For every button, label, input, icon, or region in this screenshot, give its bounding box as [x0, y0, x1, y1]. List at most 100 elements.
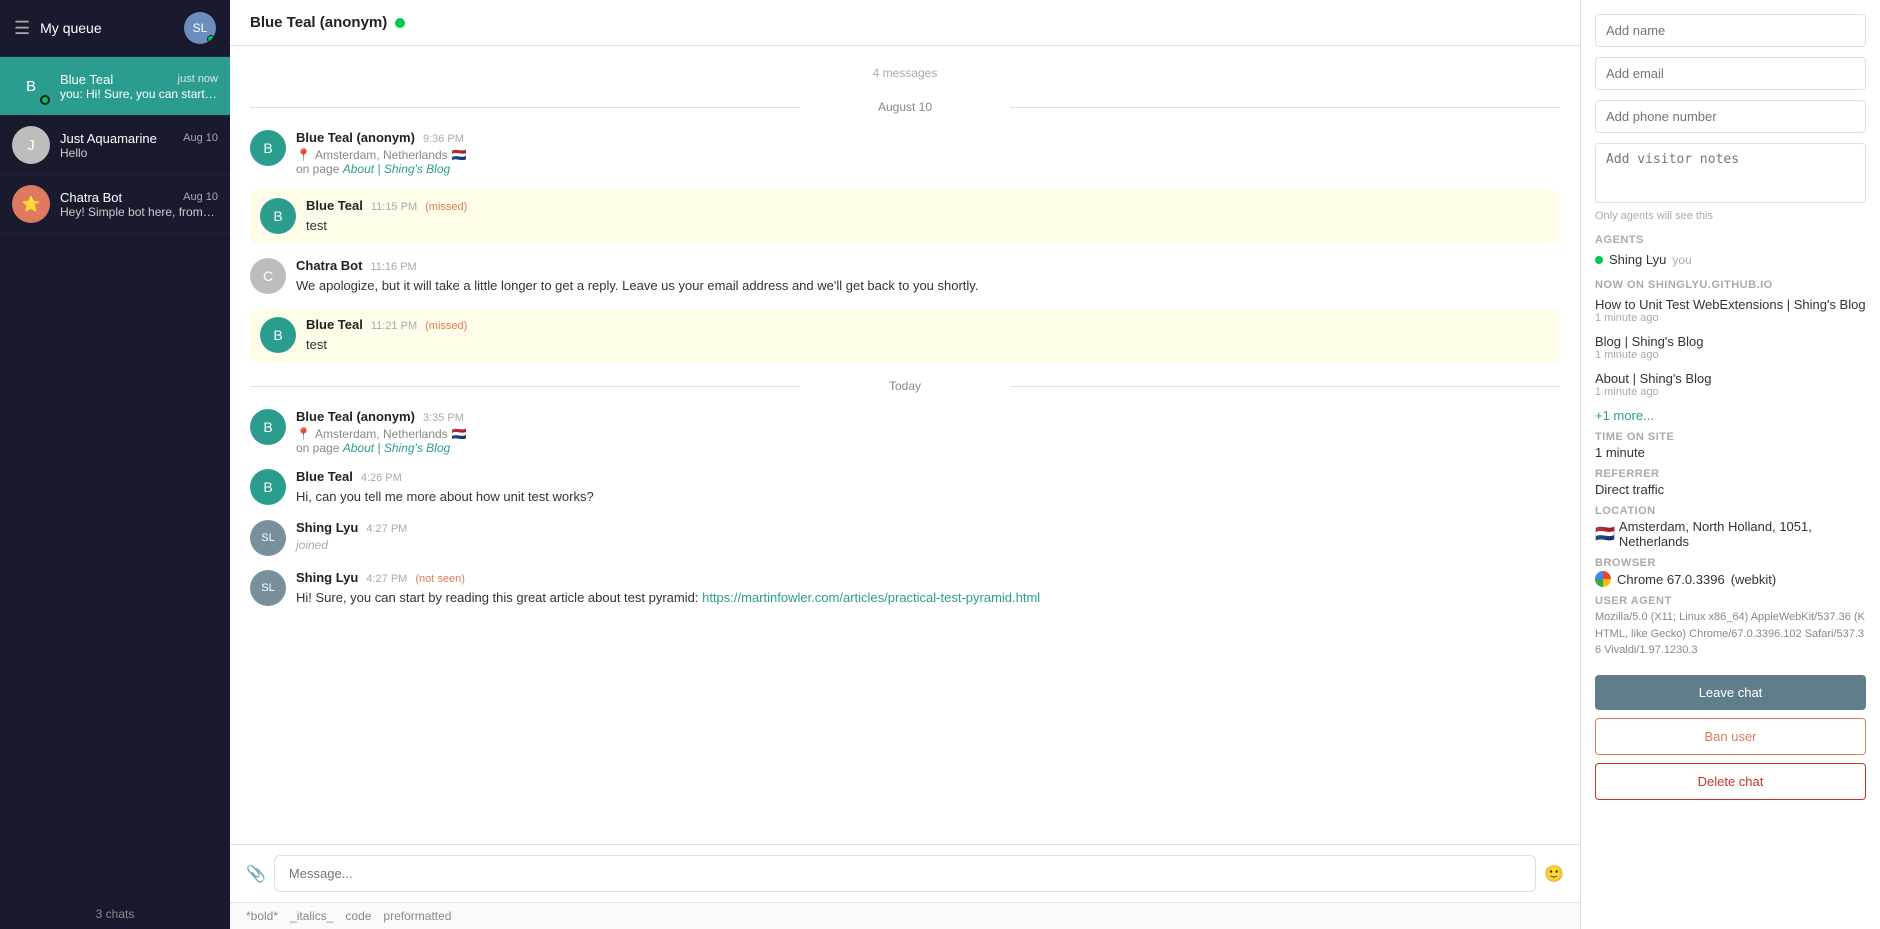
location-label: LOCATION	[1595, 505, 1866, 517]
msg-status: (missed)	[425, 320, 467, 332]
ua-row: USER AGENT Mozilla/5.0 (X11; Linux x86_6…	[1595, 595, 1866, 659]
chat-list: B Blue Teal just now you: Hi! Sure, you …	[0, 57, 230, 899]
msg-header: Blue Teal 11:15 PM (missed)	[306, 198, 1550, 213]
msg-link[interactable]: https://martinfowler.com/articles/practi…	[702, 590, 1040, 605]
msg-header: Chatra Bot 11:16 PM	[296, 258, 1560, 273]
message-input[interactable]	[274, 855, 1536, 892]
msg-time: 11:16 PM	[370, 261, 416, 273]
browser-name: Chrome 67.0.3396	[1617, 572, 1725, 587]
msg-time: 11:15 PM	[371, 201, 417, 213]
add-notes-area[interactable]	[1595, 143, 1866, 206]
user-avatar[interactable]: SL	[184, 12, 216, 44]
msg-header: Blue Teal 11:21 PM (missed)	[306, 317, 1550, 332]
agent-online-dot	[1595, 256, 1603, 264]
chat-item-time: just now	[178, 73, 218, 85]
message-count: 4 messages	[250, 66, 1560, 80]
msg-body: Blue Teal 11:21 PM (missed) test	[306, 317, 1550, 355]
sidebar-header: ☰ My queue SL	[0, 0, 230, 57]
chat-name-row: Blue Teal just now	[60, 72, 218, 87]
add-email-input[interactable]	[1595, 57, 1866, 90]
chat-item-name: Chatra Bot	[60, 190, 122, 205]
emoji-icon[interactable]: 🙂	[1544, 864, 1564, 884]
msg-avatar: B	[250, 130, 286, 166]
msg-sender: Blue Teal (anonym)	[296, 130, 415, 145]
format-bar: *bold* _italics_ code preformatted	[230, 902, 1580, 929]
add-phone-field[interactable]	[1595, 100, 1866, 133]
message-group: C Chatra Bot 11:16 PM We apologize, but …	[250, 258, 1560, 296]
agents-section-label: AGENTS	[1595, 234, 1866, 246]
chat-item-time: Aug 10	[183, 132, 218, 144]
chat-item-name: Just Aquamarine	[60, 131, 157, 146]
msg-status: (not seen)	[415, 573, 465, 585]
italic-format-btn[interactable]: _italics_	[290, 909, 333, 923]
msg-page: on page About | Shing's Blog	[296, 441, 1560, 455]
chat-item-info: Chatra Bot Aug 10 Hey! Simple bot here, …	[60, 190, 218, 219]
msg-avatar: B	[260, 317, 296, 353]
date-divider: August 10	[250, 100, 1560, 114]
msg-body: Blue Teal 11:15 PM (missed) test	[306, 198, 1550, 236]
chat-item-name: Blue Teal	[60, 72, 113, 87]
chat-online-indicator	[395, 18, 405, 28]
chats-count: 3 chats	[0, 899, 230, 929]
add-phone-input[interactable]	[1595, 100, 1866, 133]
pages-list: How to Unit Test WebExtensions | Shing's…	[1595, 297, 1866, 398]
status-dot	[40, 95, 50, 105]
browser-extra: (webkit)	[1731, 572, 1777, 587]
msg-sender: Shing Lyu	[296, 520, 358, 535]
leave-chat-button[interactable]: Leave chat	[1595, 675, 1866, 710]
hamburger-icon[interactable]: ☰	[14, 18, 30, 39]
msg-time: 3:35 PM	[423, 412, 464, 424]
bold-format-btn[interactable]: *bold*	[246, 909, 278, 923]
time-on-site-label: TIME ON SITE	[1595, 431, 1866, 443]
msg-status: (missed)	[425, 201, 467, 213]
page-visit-title: About | Shing's Blog	[1595, 371, 1866, 386]
location-text: Amsterdam, North Holland, 1051, Netherla…	[1619, 519, 1866, 549]
location-row: LOCATION 🇳🇱 Amsterdam, North Holland, 10…	[1595, 505, 1866, 549]
location-flag: 🇳🇱	[1595, 524, 1615, 544]
page-visit-item: Blog | Shing's Blog 1 minute ago	[1595, 334, 1866, 361]
add-notes-textarea[interactable]	[1595, 143, 1866, 203]
ban-user-button[interactable]: Ban user	[1595, 718, 1866, 755]
add-name-input[interactable]	[1595, 14, 1866, 47]
page-link[interactable]: About | Shing's Blog	[343, 162, 450, 176]
msg-avatar: C	[250, 258, 286, 294]
preformatted-format-btn[interactable]: preformatted	[383, 909, 451, 923]
sidebar-chat-item-chatra-bot[interactable]: ⭐ Chatra Bot Aug 10 Hey! Simple bot here…	[0, 175, 230, 234]
location-pin-icon: 📍	[296, 148, 311, 162]
referrer-label: REFERRER	[1595, 468, 1866, 480]
more-pages-link[interactable]: +1 more...	[1595, 408, 1866, 423]
msg-text: Hi, can you tell me more about how unit …	[296, 487, 1560, 507]
delete-chat-button[interactable]: Delete chat	[1595, 763, 1866, 800]
msg-location: 📍 Amsterdam, Netherlands 🇳🇱	[296, 148, 1560, 162]
chat-item-time: Aug 10	[183, 191, 218, 203]
browser-row: BROWSER Chrome 67.0.3396 (webkit)	[1595, 557, 1866, 587]
page-link[interactable]: About | Shing's Blog	[343, 441, 450, 455]
code-format-btn[interactable]: code	[345, 909, 371, 923]
page-visit-time: 1 minute ago	[1595, 349, 1866, 361]
msg-time: 11:21 PM	[371, 320, 417, 332]
add-email-field[interactable]	[1595, 57, 1866, 90]
msg-sender: Chatra Bot	[296, 258, 362, 273]
page-visit-title: Blog | Shing's Blog	[1595, 334, 1866, 349]
add-name-field[interactable]	[1595, 14, 1866, 47]
msg-time: 4:27 PM	[366, 523, 407, 535]
msg-sender: Blue Teal	[296, 469, 353, 484]
chat-item-preview: Hello	[60, 146, 218, 160]
sidebar-chat-item-just-aquamarine[interactable]: J Just Aquamarine Aug 10 Hello	[0, 116, 230, 175]
chat-item-preview: you: Hi! Sure, you can start by read...	[60, 87, 218, 101]
chat-header: Blue Teal (anonym)	[230, 0, 1580, 46]
attachment-icon[interactable]: 📎	[246, 864, 266, 884]
msg-text: Hi! Sure, you can start by reading this …	[296, 588, 1560, 608]
agent-you-label: you	[1672, 253, 1691, 267]
visitor-arrival-group: B Blue Teal (anonym) 3:35 PM 📍 Amsterdam…	[250, 409, 1560, 455]
chat-name-row: Chatra Bot Aug 10	[60, 190, 218, 205]
visitor-arrival-group: B Blue Teal (anonym) 9:36 PM 📍 Amsterdam…	[250, 130, 1560, 176]
page-visit-item: How to Unit Test WebExtensions | Shing's…	[1595, 297, 1866, 324]
sidebar-chat-item-blue-teal[interactable]: B Blue Teal just now you: Hi! Sure, you …	[0, 57, 230, 116]
msg-avatar: SL	[250, 570, 286, 606]
page-visit-title: How to Unit Test WebExtensions | Shing's…	[1595, 297, 1866, 312]
time-on-site-row: TIME ON SITE 1 minute	[1595, 431, 1866, 460]
msg-body: Blue Teal (anonym) 3:35 PM 📍 Amsterdam, …	[296, 409, 1560, 455]
referrer-row: REFERRER Direct traffic	[1595, 468, 1866, 497]
message-group: SL Shing Lyu 4:27 PM (not seen) Hi! Sure…	[250, 570, 1560, 608]
